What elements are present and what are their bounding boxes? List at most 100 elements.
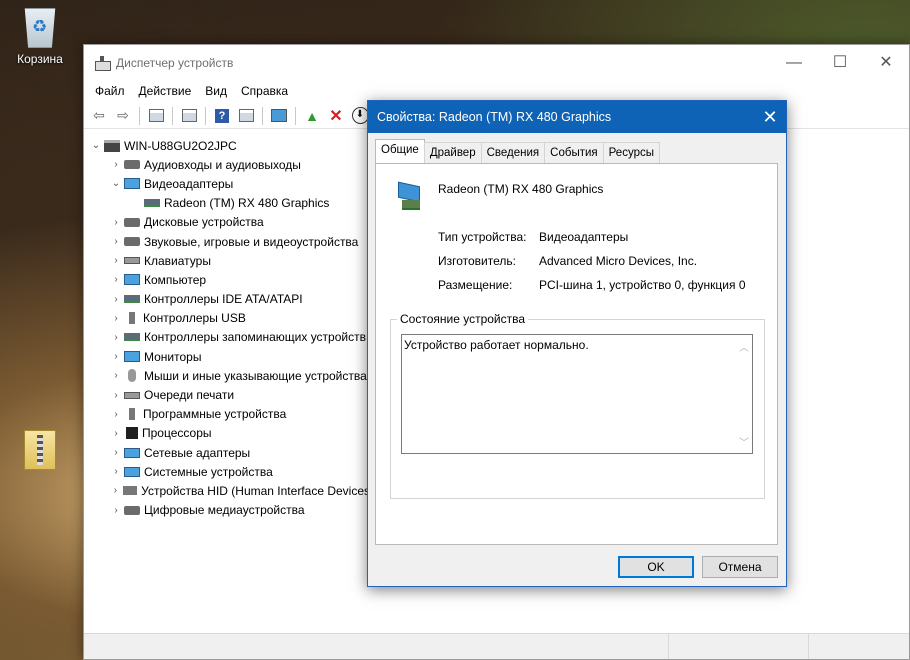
- chevron-down-icon[interactable]: ⌄: [90, 140, 102, 151]
- dialog-titlebar[interactable]: Свойства: Radeon (TM) RX 480 Graphics ✕: [368, 101, 786, 133]
- tree-item[interactable]: › Дисковые устройства: [84, 213, 374, 232]
- archive-desktop-icon[interactable]: [20, 430, 60, 470]
- tree-item[interactable]: › Звуковые, игровые и видеоустройства: [84, 232, 374, 251]
- tree-item[interactable]: › Аудиовходы и аудиовыходы: [84, 155, 374, 174]
- chevron-right-icon[interactable]: ›: [110, 255, 122, 266]
- device-status-group-label: Состояние устройства: [397, 312, 529, 326]
- usb-icon: [129, 312, 135, 325]
- menu-file[interactable]: Файл: [88, 81, 132, 103]
- tab-driver[interactable]: Драйвер: [423, 142, 482, 163]
- chevron-right-icon[interactable]: ›: [110, 217, 122, 228]
- keyboard-icon: [124, 257, 140, 265]
- recycle-bin-label: Корзина: [17, 52, 63, 66]
- maximize-button[interactable]: ☐: [817, 45, 863, 81]
- chevron-down-icon[interactable]: ﹀: [739, 434, 749, 449]
- chevron-right-icon[interactable]: ›: [110, 466, 122, 477]
- tree-item[interactable]: › Сетевые адаптеры: [84, 443, 374, 462]
- tree-child-item[interactable]: Radeon (TM) RX 480 Graphics: [84, 194, 374, 213]
- ok-button[interactable]: OK: [618, 556, 694, 578]
- chevron-right-icon[interactable]: ›: [110, 351, 122, 362]
- status-scrollbar[interactable]: ︿ ﹀: [739, 339, 749, 449]
- tab-resources[interactable]: Ресурсы: [602, 142, 660, 163]
- chevron-right-icon[interactable]: ›: [110, 274, 122, 285]
- close-button[interactable]: ✕: [863, 45, 909, 81]
- status-pane: [669, 634, 809, 659]
- mouse-icon: [128, 369, 136, 383]
- tab-events[interactable]: События: [544, 142, 604, 163]
- tree-item-label: Цифровые медиаустройства: [144, 503, 305, 518]
- tree-item[interactable]: › Процессоры: [84, 424, 374, 443]
- ide-controller-icon: [124, 295, 140, 304]
- tree-item-label: Программные устройства: [143, 407, 287, 422]
- toolbar-divider: [295, 106, 296, 125]
- properties-icon[interactable]: [178, 105, 200, 127]
- chevron-right-icon[interactable]: ›: [110, 428, 122, 439]
- chevron-right-icon[interactable]: ›: [110, 332, 122, 343]
- tree-item[interactable]: › Контроллеры USB: [84, 309, 374, 328]
- tree-item[interactable]: › Контроллеры IDE ATA/ATAPI: [84, 290, 374, 309]
- tree-item-label: Устройства HID (Human Interface Devices): [141, 483, 374, 498]
- tree-item[interactable]: › Контроллеры запоминающих устройств: [84, 328, 374, 347]
- property-label: Размещение:: [438, 278, 513, 292]
- tab-details[interactable]: Сведения: [480, 142, 546, 163]
- toolbar-divider: [205, 106, 206, 125]
- tree-item[interactable]: › Цифровые медиаустройства: [84, 501, 374, 520]
- tree-item[interactable]: › Компьютер: [84, 270, 374, 289]
- chevron-up-icon[interactable]: ︿: [739, 339, 749, 354]
- device-status-textbox[interactable]: Устройство работает нормально. ︿ ﹀: [401, 334, 753, 454]
- tree-item[interactable]: › Устройства HID (Human Interface Device…: [84, 481, 374, 500]
- show-hide-console-tree-icon[interactable]: [145, 105, 167, 127]
- archive-icon: [24, 430, 56, 470]
- chevron-right-icon[interactable]: ›: [110, 294, 122, 305]
- tree-root-label: WIN-U88GU2O2JPC: [124, 138, 237, 153]
- tree-item-label: Мыши и иные указывающие устройства: [144, 368, 367, 383]
- device-status-text: Устройство работает нормально.: [404, 338, 589, 352]
- cancel-button[interactable]: Отмена: [702, 556, 778, 578]
- chevron-down-icon[interactable]: ⌄: [110, 178, 122, 189]
- chevron-right-icon[interactable]: ›: [110, 390, 122, 401]
- help-icon[interactable]: [211, 105, 233, 127]
- device-manager-titlebar[interactable]: Диспетчер устройств — ☐ ✕: [84, 45, 909, 81]
- hid-icon: [122, 486, 138, 496]
- menu-action[interactable]: Действие: [132, 81, 199, 103]
- speaker-icon: [124, 160, 140, 170]
- recycle-bin-desktop-icon[interactable]: Корзина: [8, 8, 72, 66]
- chevron-right-icon[interactable]: ›: [110, 370, 122, 381]
- device-tree: ⌄ WIN-U88GU2O2JPC › Аудиовходы и аудиовы…: [84, 133, 374, 520]
- tree-item-label: Сетевые адаптеры: [144, 445, 251, 460]
- property-label: Изготовитель:: [438, 254, 516, 268]
- software-device-icon: [129, 408, 135, 421]
- system-device-icon: [124, 466, 140, 477]
- menu-view[interactable]: Вид: [198, 81, 234, 103]
- tree-item[interactable]: › Системные устройства: [84, 462, 374, 481]
- menu-help[interactable]: Справка: [234, 81, 295, 103]
- tab-general[interactable]: Общие: [375, 139, 425, 163]
- tree-item-label: Контроллеры запоминающих устройств: [144, 330, 366, 345]
- uninstall-device-icon[interactable]: ✕: [325, 105, 347, 127]
- tree-item[interactable]: ⌄ Видеоадаптеры: [84, 174, 374, 193]
- tree-item[interactable]: › Клавиатуры: [84, 251, 374, 270]
- update-driver-icon[interactable]: ▲: [301, 105, 323, 127]
- tree-item[interactable]: › Программные устройства: [84, 405, 374, 424]
- network-adapter-icon: [124, 447, 140, 458]
- tree-item[interactable]: › Мыши и иные указывающие устройства: [84, 366, 374, 385]
- chevron-right-icon[interactable]: ›: [110, 313, 122, 324]
- minimize-button[interactable]: —: [771, 45, 817, 81]
- tree-item-label: Дисковые устройства: [144, 215, 264, 230]
- tree-item[interactable]: › Мониторы: [84, 347, 374, 366]
- dialog-close-button[interactable]: ✕: [754, 107, 786, 128]
- tree-root[interactable]: ⌄ WIN-U88GU2O2JPC: [84, 136, 374, 155]
- chevron-right-icon[interactable]: ›: [110, 447, 122, 458]
- back-arrow-icon[interactable]: ⇦: [88, 105, 110, 127]
- tree-item-label: Видеоадаптеры: [144, 176, 234, 191]
- chevron-right-icon[interactable]: ›: [110, 236, 122, 247]
- chevron-right-icon[interactable]: ›: [110, 485, 121, 496]
- chevron-right-icon[interactable]: ›: [110, 159, 122, 170]
- scan-hardware-icon[interactable]: [268, 105, 290, 127]
- tree-item[interactable]: › Очереди печати: [84, 385, 374, 404]
- tree-item-label: Контроллеры IDE ATA/ATAPI: [144, 292, 303, 307]
- chevron-right-icon[interactable]: ›: [110, 409, 122, 420]
- chevron-right-icon[interactable]: ›: [110, 505, 122, 516]
- show-action-pane-icon[interactable]: [235, 105, 257, 127]
- forward-arrow-icon[interactable]: ⇨: [112, 105, 134, 127]
